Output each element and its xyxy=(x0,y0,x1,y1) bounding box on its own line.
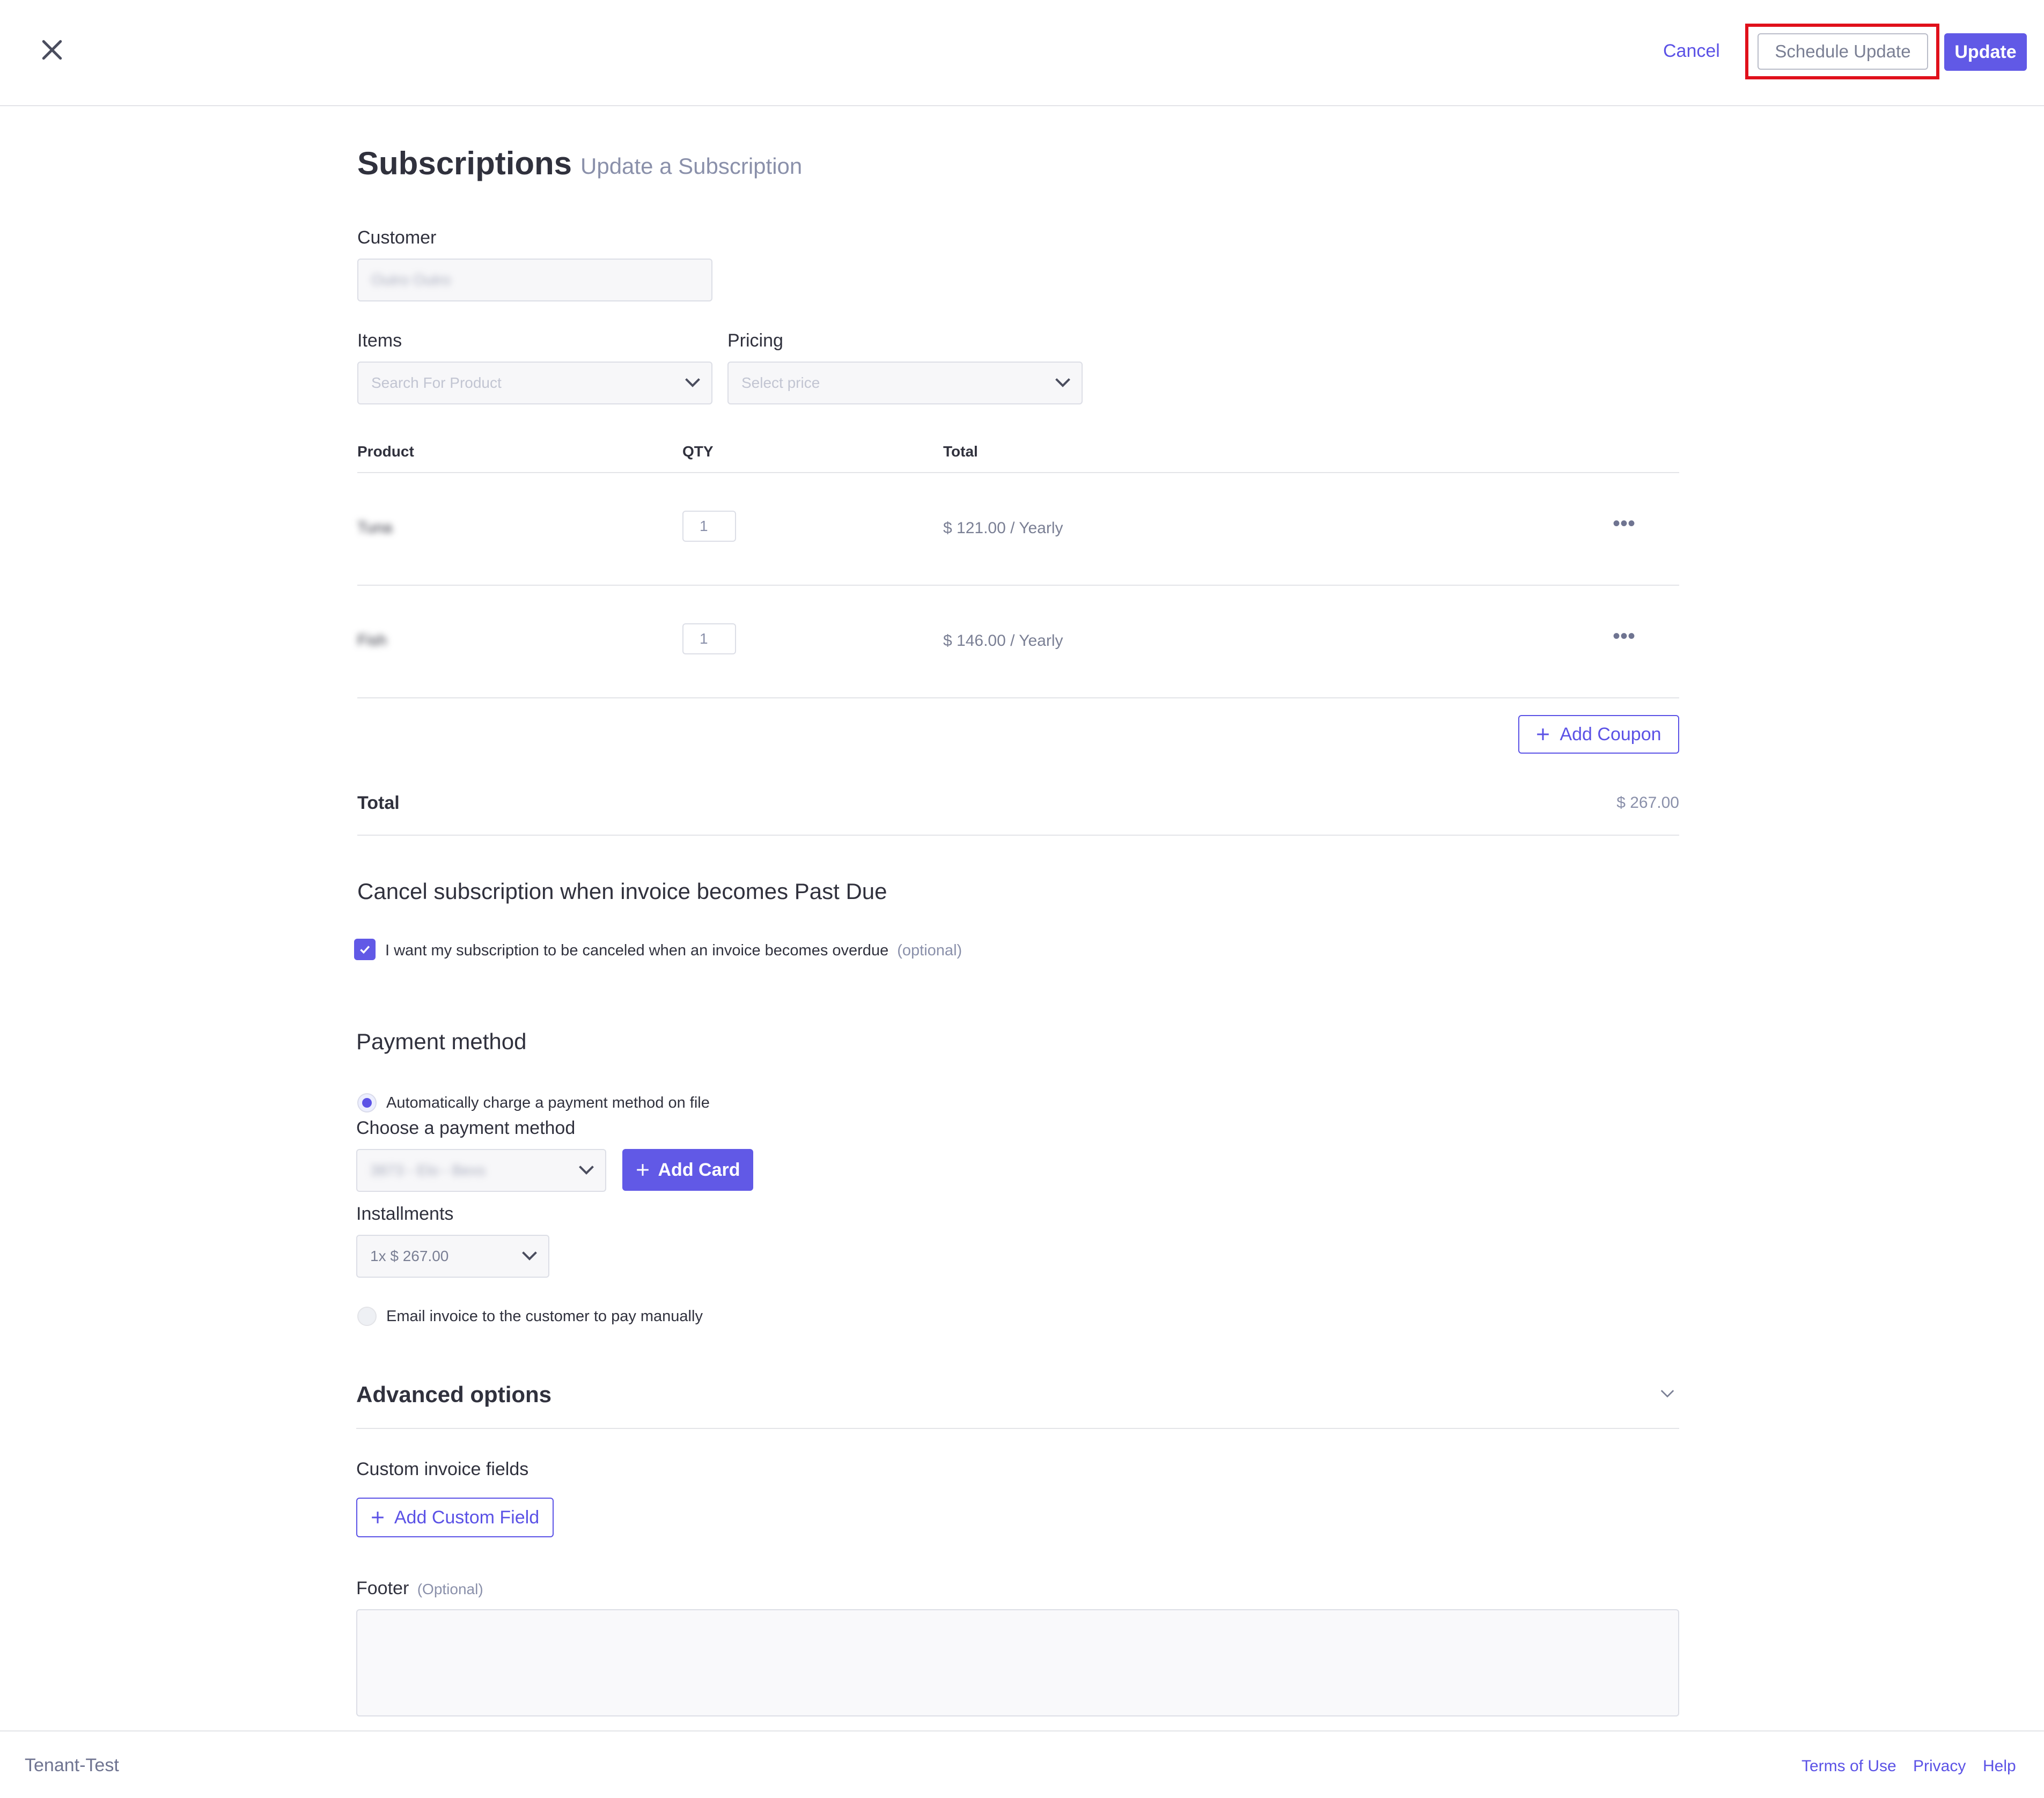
divider xyxy=(357,835,1679,836)
page-title: Subscriptions xyxy=(357,145,572,181)
items-placeholder: Search For Product xyxy=(371,374,502,391)
customer-value: Outro Outro xyxy=(371,271,451,288)
top-bar xyxy=(0,0,2044,106)
quantity-input[interactable]: 1 xyxy=(682,623,736,654)
column-header-product: Product xyxy=(357,443,414,460)
quantity-input[interactable]: 1 xyxy=(682,511,736,542)
schedule-update-button[interactable]: Schedule Update xyxy=(1758,33,1928,70)
privacy-link[interactable]: Privacy xyxy=(1913,1757,1966,1775)
cancel-button[interactable]: Cancel xyxy=(1663,41,1720,62)
add-coupon-button[interactable]: Add Coupon xyxy=(1518,715,1679,754)
total-label: Total xyxy=(357,793,400,813)
items-label: Items xyxy=(357,330,402,351)
footer-textarea[interactable] xyxy=(356,1609,1679,1716)
cancel-overdue-label: I want my subscription to be canceled wh… xyxy=(385,942,962,960)
product-name: Tuna xyxy=(357,519,393,536)
page-footer xyxy=(0,1730,2044,1798)
product-name: Fish xyxy=(357,632,387,649)
email-invoice-radio[interactable] xyxy=(357,1307,377,1326)
installments-value: 1x $ 267.00 xyxy=(370,1248,449,1264)
chevron-down-icon xyxy=(522,1251,537,1261)
past-due-heading: Cancel subscription when invoice becomes… xyxy=(357,879,887,904)
divider xyxy=(357,472,1679,473)
footer-label-text: Footer xyxy=(356,1578,409,1598)
close-icon[interactable] xyxy=(38,35,67,64)
items-select[interactable]: Search For Product xyxy=(357,362,712,404)
pricing-placeholder: Select price xyxy=(741,374,820,391)
plus-icon xyxy=(636,1164,649,1176)
add-custom-field-button[interactable]: Add Custom Field xyxy=(356,1498,554,1537)
payment-method-heading: Payment method xyxy=(356,1029,527,1054)
customer-label: Customer xyxy=(357,227,437,248)
footer-optional-tag: (Optional) xyxy=(417,1581,483,1597)
more-horizontal-icon[interactable]: ••• xyxy=(1613,512,1635,536)
chevron-down-icon xyxy=(1055,378,1070,387)
pricing-label: Pricing xyxy=(727,330,783,351)
footer-field-label: Footer (Optional) xyxy=(356,1578,483,1599)
column-header-total: Total xyxy=(943,443,978,460)
help-link[interactable]: Help xyxy=(1983,1757,2016,1775)
divider xyxy=(357,697,1679,698)
payment-method-select[interactable]: 3873 - Elo - Bexs xyxy=(356,1149,606,1192)
installments-label: Installments xyxy=(356,1204,454,1224)
pricing-select[interactable]: Select price xyxy=(727,362,1083,404)
email-invoice-label: Email invoice to the customer to pay man… xyxy=(386,1308,703,1325)
chevron-down-icon xyxy=(579,1166,594,1175)
plus-icon xyxy=(372,1512,384,1523)
terms-of-use-link[interactable]: Terms of Use xyxy=(1802,1757,1896,1775)
auto-charge-label: Automatically charge a payment method on… xyxy=(386,1094,710,1111)
column-header-qty: QTY xyxy=(682,443,714,460)
check-icon xyxy=(360,946,370,954)
plus-icon xyxy=(1537,728,1549,740)
divider xyxy=(356,1428,1679,1429)
add-coupon-label: Add Coupon xyxy=(1560,724,1661,745)
add-card-button[interactable]: Add Card xyxy=(622,1149,753,1191)
custom-invoice-fields-label: Custom invoice fields xyxy=(356,1459,529,1479)
row-total: $ 146.00 / Yearly xyxy=(943,632,1063,650)
optional-tag: (optional) xyxy=(897,942,962,959)
footer-brand: Tenant-Test xyxy=(25,1755,119,1775)
chevron-down-icon[interactable] xyxy=(1660,1389,1675,1399)
divider xyxy=(357,585,1679,586)
cancel-overdue-checkbox[interactable] xyxy=(354,939,376,960)
more-horizontal-icon[interactable]: ••• xyxy=(1613,624,1635,649)
update-button[interactable]: Update xyxy=(1944,33,2027,71)
installments-select[interactable]: 1x $ 267.00 xyxy=(356,1235,549,1278)
customer-field[interactable]: Outro Outro xyxy=(357,259,712,301)
payment-method-value: 3873 - Elo - Bexs xyxy=(370,1162,486,1178)
total-value: $ 267.00 xyxy=(1616,794,1679,812)
chevron-down-icon xyxy=(685,378,700,387)
auto-charge-radio[interactable] xyxy=(357,1093,377,1112)
add-card-label: Add Card xyxy=(658,1159,740,1180)
page-subtitle: Update a Subscription xyxy=(580,153,803,179)
choose-payment-label: Choose a payment method xyxy=(356,1118,576,1138)
advanced-options-heading: Advanced options xyxy=(356,1382,552,1407)
row-total: $ 121.00 / Yearly xyxy=(943,519,1063,537)
cancel-overdue-text: I want my subscription to be canceled wh… xyxy=(385,942,889,959)
add-custom-field-label: Add Custom Field xyxy=(394,1507,540,1528)
